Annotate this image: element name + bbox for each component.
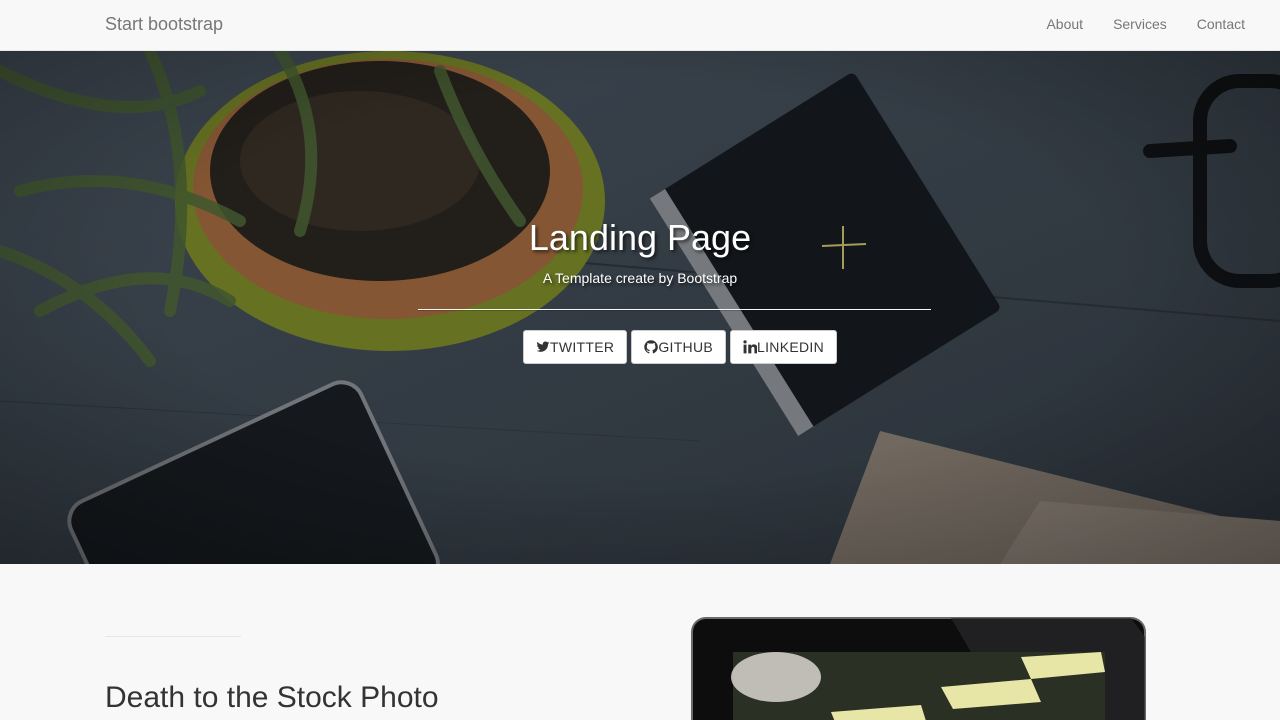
hero-background-image [0,51,1280,564]
content-section: Death to the Stock Photo [0,564,1280,720]
section-heading: Death to the Stock Photo [105,681,439,714]
linkedin-icon [743,340,758,354]
nav-link-services[interactable]: Services [1113,16,1167,32]
nav-link-about[interactable]: About [1046,16,1083,32]
linkedin-button[interactable]: LINKEDIN [730,330,837,364]
navbar: Start bootstrap About Services Contact [0,0,1280,51]
nav-links: About Services Contact [1046,16,1245,32]
linkedin-label: LINKEDIN [757,339,824,355]
github-icon [644,340,659,354]
twitter-button[interactable]: TWITTER [523,330,628,364]
navbar-brand[interactable]: Start bootstrap [105,14,223,35]
hero-banner: Landing Page A Template create by Bootst… [0,51,1280,564]
hero-subtitle: A Template create by Bootstrap [542,270,738,286]
tablet-image [691,617,1146,720]
github-label: GITHUB [658,339,714,355]
twitter-icon [536,340,550,354]
hero-title: Landing Page [528,217,752,258]
section-divider [105,636,241,637]
github-button[interactable]: GITHUB [631,330,727,364]
hero-divider [418,309,931,311]
social-buttons: TWITTER GITHUB LINKEDIN [523,330,837,364]
nav-link-contact[interactable]: Contact [1197,16,1245,32]
twitter-label: TWITTER [550,339,615,355]
